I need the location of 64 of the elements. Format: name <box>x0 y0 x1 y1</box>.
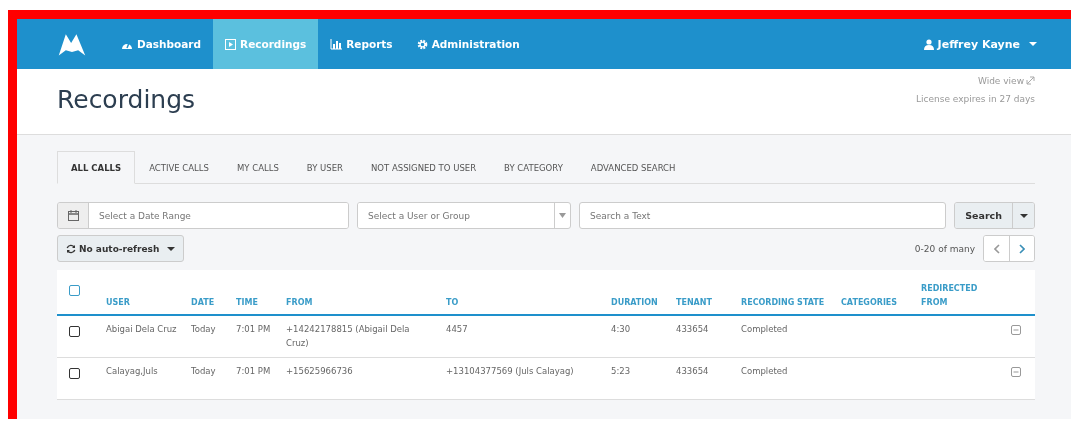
auto-refresh-button[interactable]: No auto-refresh <box>57 235 185 262</box>
nav-link[interactable]: Reports <box>318 19 405 69</box>
column-header: TO <box>446 297 460 309</box>
license-notice: License expires in 27 days <box>916 94 1035 104</box>
table-cell: +13104377569 (Juls Calayag) <box>446 366 574 376</box>
page-title: Recordings <box>57 85 196 116</box>
table-cell: Completed <box>741 366 788 376</box>
tab[interactable]: BY USER <box>292 151 357 184</box>
table-cell: 7:01 PM <box>236 366 271 376</box>
user-group-select[interactable]: Select a User or Group <box>357 202 571 229</box>
dropdown-arrow-icon <box>559 213 566 218</box>
table-cell: Abigai Dela Cruz <box>106 324 177 334</box>
calendar-icon <box>67 210 79 221</box>
tab[interactable]: ADVANCED SEARCH <box>576 151 690 184</box>
search-button[interactable]: Search <box>955 203 1012 228</box>
caret-icon <box>1029 42 1037 46</box>
expand-icon <box>1026 76 1035 85</box>
table-cell: 7:01 PM <box>236 324 271 334</box>
table-cell: 4457 <box>446 324 468 334</box>
settings-icon <box>416 38 428 50</box>
logo-icon <box>57 32 87 56</box>
search-options-button[interactable] <box>1012 203 1034 228</box>
table-cell: +14242178815 (Abigail Dela Cruz) <box>286 324 410 348</box>
table-cell: 433654 <box>676 324 709 334</box>
table-cell: 5:23 <box>611 366 631 376</box>
select-all-checkbox[interactable] <box>69 284 80 296</box>
nav-link[interactable]: Administration <box>404 19 532 69</box>
nav-link[interactable]: Dashboard <box>109 19 214 69</box>
date-range-field[interactable]: Select a Date Range <box>57 202 349 229</box>
chevron-right-icon <box>1019 243 1025 254</box>
row-checkbox[interactable] <box>69 326 80 337</box>
table-cell: 4:30 <box>611 324 631 334</box>
table-cell: Completed <box>741 324 788 334</box>
table-cell: 433654 <box>676 366 709 376</box>
column-header: RECORDING STATE <box>741 297 826 309</box>
column-header: DURATION <box>611 297 659 309</box>
table-cell: Calayag,Juls <box>106 366 158 376</box>
tab[interactable]: ALL CALLS <box>57 151 136 184</box>
column-header: CATEGORIES <box>841 297 899 309</box>
table-cell: Today <box>191 324 216 334</box>
column-header: REDIRECTED FROM <box>921 283 979 309</box>
expand-row-icon[interactable] <box>1011 367 1021 377</box>
column-header: TENANT <box>676 297 713 309</box>
table-cell: +15625966736 <box>286 366 353 376</box>
search-field[interactable]: Search a Text <box>579 202 947 229</box>
column-header: USER <box>106 297 131 309</box>
column-header: DATE <box>191 297 216 309</box>
tab[interactable]: MY CALLS <box>222 151 293 184</box>
expand-row-icon[interactable] <box>1011 325 1021 335</box>
tab[interactable]: NOT ASSIGNED TO USER <box>357 151 491 184</box>
tab[interactable]: ACTIVE CALLS <box>135 151 223 184</box>
tab[interactable]: BY CATEGORY <box>490 151 577 184</box>
user-menu[interactable]: Jeffrey Kayne <box>923 19 1071 69</box>
column-header: TIME <box>236 297 259 309</box>
bar-chart-icon <box>330 38 343 50</box>
table-cell: Today <box>191 366 216 376</box>
column-header: FROM <box>286 297 314 309</box>
user-icon <box>923 38 934 50</box>
row-checkbox[interactable] <box>69 368 80 379</box>
refresh-icon <box>66 243 76 254</box>
chevron-left-icon <box>993 243 1000 254</box>
pagination-count: 0-20 of many <box>914 243 975 254</box>
next-page-button[interactable] <box>1009 236 1034 261</box>
play-icon <box>225 38 237 50</box>
